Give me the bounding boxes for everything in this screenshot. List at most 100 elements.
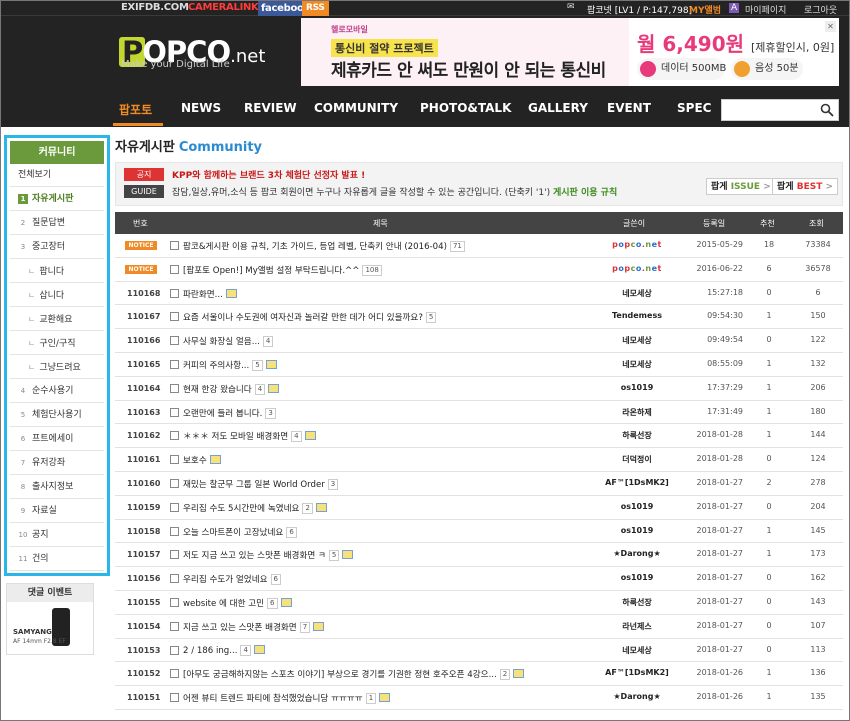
popco-logo[interactable]: POPCO.net Make your Digital Life: [119, 37, 279, 73]
post-title-cell[interactable]: 요즘 서울이나 수도권에 여자신과 놀러갈 만한 데가 어디 있을까요? 5: [183, 311, 437, 324]
row-checkbox[interactable]: [170, 359, 179, 369]
search-input[interactable]: [721, 99, 839, 121]
post-title[interactable]: 지금 쓰고 있는 스맛폰 배경화면: [183, 623, 297, 633]
exifdb-link[interactable]: EXIFDB.COM: [121, 2, 189, 13]
best-button[interactable]: 팝게 BEST >: [772, 178, 839, 195]
post-writer[interactable]: popco.net: [585, 240, 689, 249]
post-title-cell[interactable]: 지금 쓰고 있는 스맛폰 배경화면 7: [183, 621, 325, 633]
post-title[interactable]: 현재 한강 왔습니다: [183, 385, 252, 395]
post-writer[interactable]: os1019: [585, 502, 689, 511]
post-writer[interactable]: ★Darong★: [585, 692, 689, 701]
post-writer[interactable]: os1019: [585, 573, 689, 582]
row-checkbox[interactable]: [170, 502, 179, 512]
user-info[interactable]: 팝코넷 [LV1 / P:147,798]: [587, 3, 692, 16]
table-row[interactable]: NOTICE [팝포토 Open!] My앨범 설정 부탁드립니다.^^ 108 po…: [115, 258, 843, 282]
mypage-link[interactable]: 마이페이지: [745, 3, 786, 16]
sidebar-item[interactable]: 구인/구직: [10, 332, 104, 355]
table-row[interactable]: 110166 사무실 화장실 얼음... 4 네모세상 09:49:54 0 122: [115, 329, 843, 353]
sidebar-item[interactable]: 삽니다: [10, 284, 104, 307]
admin-icon[interactable]: A: [729, 3, 740, 13]
row-checkbox[interactable]: [170, 455, 179, 465]
post-writer[interactable]: 라온하제: [585, 407, 689, 418]
post-writer[interactable]: ★Darong★: [585, 549, 689, 558]
row-checkbox[interactable]: [170, 407, 179, 417]
post-title-cell[interactable]: 커피의 주의사항... 5: [183, 359, 277, 371]
issue-button[interactable]: 팝게 ISSUE >: [706, 178, 776, 195]
row-checkbox[interactable]: [170, 312, 179, 322]
sidebar-item[interactable]: 1 자유게시판: [10, 188, 104, 211]
post-title[interactable]: 파란화면...: [183, 290, 223, 300]
post-title[interactable]: 오늘 스마트폰이 고장났네요: [183, 528, 283, 538]
table-row[interactable]: 110152 [아무도 궁금해하지않는 스포츠 이야기] 부상으로 경기를 기권한…: [115, 662, 843, 687]
post-title-cell[interactable]: 우리집 수도 5시간만에 녹였네요 2: [183, 502, 327, 514]
post-title-cell[interactable]: 사무실 화장실 얼음... 4: [183, 335, 274, 348]
post-title-cell[interactable]: 파란화면...: [183, 288, 237, 300]
table-row[interactable]: 110153 2 / 186 ing... 4 네모세상 2018-01-27 0 113: [115, 639, 843, 663]
post-writer[interactable]: 네모세상: [585, 335, 689, 346]
table-row[interactable]: 110161 보호수 더덕정이 2018-01-28 0 124: [115, 448, 843, 472]
post-title-cell[interactable]: 우리집 수도가 얼었네요 6: [183, 573, 281, 586]
nav-event[interactable]: EVENT: [607, 101, 651, 115]
table-row[interactable]: 110168 파란화면... 네모세상 15:27:18 0 6: [115, 282, 843, 306]
post-title[interactable]: 우리집 수도가 얼었네요: [183, 575, 268, 585]
row-checkbox[interactable]: [170, 597, 179, 607]
post-writer[interactable]: 하룩선장: [585, 597, 689, 608]
post-title-cell[interactable]: 재밌는 찰군무 그룹 일본 World Order 3: [183, 478, 339, 490]
table-row[interactable]: 110164 현재 한강 왔습니다 4 os1019 17:37:29 1 206: [115, 377, 843, 401]
sidebar-item[interactable]: 9 자료실: [10, 500, 104, 523]
comment-event-banner[interactable]: 댓글 이벤트 SAMYANG AF 14mm F2.8 EF: [6, 583, 94, 655]
nav-community[interactable]: COMMUNITY: [314, 101, 398, 115]
post-title[interactable]: 커피의 주의사항...: [183, 361, 249, 371]
row-checkbox[interactable]: [170, 288, 179, 298]
sidebar-item[interactable]: 6 프트에세이: [10, 428, 104, 451]
table-row[interactable]: 110159 우리집 수도 5시간만에 녹였네요 2 os1019 2018-01-27…: [115, 496, 843, 520]
post-title-cell[interactable]: 팝코&게시판 이용 규칙, 기초 가이드, 등업 레벨, 단축키 안내 (201…: [183, 240, 465, 252]
banner-ad[interactable]: 헬로모바일 통신비 절약 프로젝트 제휴카드 안 써도 만원이 안 되는 통신비…: [301, 18, 839, 86]
post-title-cell[interactable]: [아무도 궁금해하지않는 스포츠 이야기] 부상으로 경기를 기권한 정현 호주…: [183, 668, 525, 681]
sidebar-item[interactable]: 5 체험단사용기: [10, 404, 104, 427]
post-title-cell[interactable]: 저도 지금 쓰고 있는 스맛폰 배경화면 ㅋ5: [183, 549, 354, 562]
row-checkbox[interactable]: [170, 621, 179, 631]
search-icon[interactable]: [820, 103, 834, 117]
row-checkbox[interactable]: [170, 383, 179, 393]
rss-link[interactable]: RSS: [302, 1, 329, 16]
post-title[interactable]: 오랜만에 들러 봅니다.: [183, 409, 262, 419]
post-title-cell[interactable]: website 에 대한 고민 6: [183, 597, 292, 609]
post-title[interactable]: website 에 대한 고민: [183, 599, 264, 609]
post-title[interactable]: 보호수: [183, 456, 207, 466]
post-writer[interactable]: AF™[1DsMK2]: [585, 478, 689, 487]
post-writer[interactable]: 네모세상: [585, 359, 689, 370]
post-title[interactable]: 저도 지금 쓰고 있는 스맛폰 배경화면 ㅋ: [183, 551, 326, 561]
row-checkbox[interactable]: [170, 241, 179, 250]
post-writer[interactable]: AF™[1DsMK2]: [585, 668, 689, 677]
post-writer[interactable]: os1019: [585, 383, 689, 392]
cameralink-link[interactable]: CAMERALINK: [188, 2, 259, 13]
post-title[interactable]: 어젠 뷰티 트렌드 파티에 참석했었습니당 ㅠㅠㅠㅠ: [183, 694, 363, 704]
post-title-cell[interactable]: 현재 한강 왔습니다 4: [183, 383, 280, 395]
table-row[interactable]: 110151 어젠 뷰티 트렌드 파티에 참석했었습니당 ㅠㅠㅠㅠ 1 ★Darong…: [115, 686, 843, 710]
table-row[interactable]: 110160 재밌는 찰군무 그룹 일본 World Order 3 AF™[1DsM…: [115, 472, 843, 496]
nav-spec[interactable]: SPEC: [677, 101, 711, 115]
post-title-cell[interactable]: ＊＊＊ 저도 모바일 배경화면 4: [183, 430, 316, 443]
post-writer[interactable]: popco.net: [585, 264, 689, 273]
post-writer[interactable]: 하룩선장: [585, 430, 689, 441]
post-writer[interactable]: os1019: [585, 526, 689, 535]
nav-popphoto[interactable]: 팝포토: [119, 101, 152, 118]
sidebar-item[interactable]: 10 공지: [10, 524, 104, 547]
row-checkbox[interactable]: [170, 336, 179, 346]
sidebar-item[interactable]: 2 질문답변: [10, 212, 104, 235]
row-checkbox[interactable]: [170, 669, 179, 679]
post-title[interactable]: 사무실 화장실 얼음...: [183, 337, 260, 347]
post-title[interactable]: 2 / 186 ing...: [183, 646, 237, 656]
sidebar-item[interactable]: 11 건의: [10, 548, 104, 571]
post-title[interactable]: 요즘 서울이나 수도권에 여자신과 놀러갈 만한 데가 어디 있을까요?: [183, 313, 423, 323]
table-row[interactable]: 110165 커피의 주의사항... 5 네모세상 08:55:09 1 132: [115, 353, 843, 377]
guide-rules-link[interactable]: 게시판 이용 규칙: [553, 188, 617, 198]
logout-link[interactable]: 로그아웃: [804, 3, 837, 16]
post-writer[interactable]: 라넌제스: [585, 621, 689, 632]
row-checkbox[interactable]: [170, 526, 179, 536]
row-checkbox[interactable]: [170, 645, 179, 655]
table-row[interactable]: 110162 ＊＊＊ 저도 모바일 배경화면 4 하룩선장 2018-01-28 1 144: [115, 424, 843, 449]
post-title-cell[interactable]: 2 / 186 ing... 4: [183, 644, 265, 656]
post-title-cell[interactable]: 어젠 뷰티 트렌드 파티에 참석했었습니당 ㅠㅠㅠㅠ 1: [183, 692, 391, 705]
